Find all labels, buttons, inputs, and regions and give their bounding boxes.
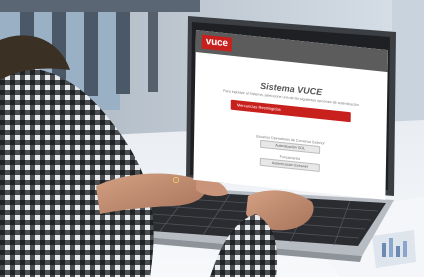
vuce-logo: vuce [201, 34, 232, 52]
photo-scene: vuce Sistema VUCE Para ingresar al Siste… [0, 0, 424, 277]
laptop-screen: vuce Sistema VUCE Para ingresar al Siste… [193, 30, 388, 200]
